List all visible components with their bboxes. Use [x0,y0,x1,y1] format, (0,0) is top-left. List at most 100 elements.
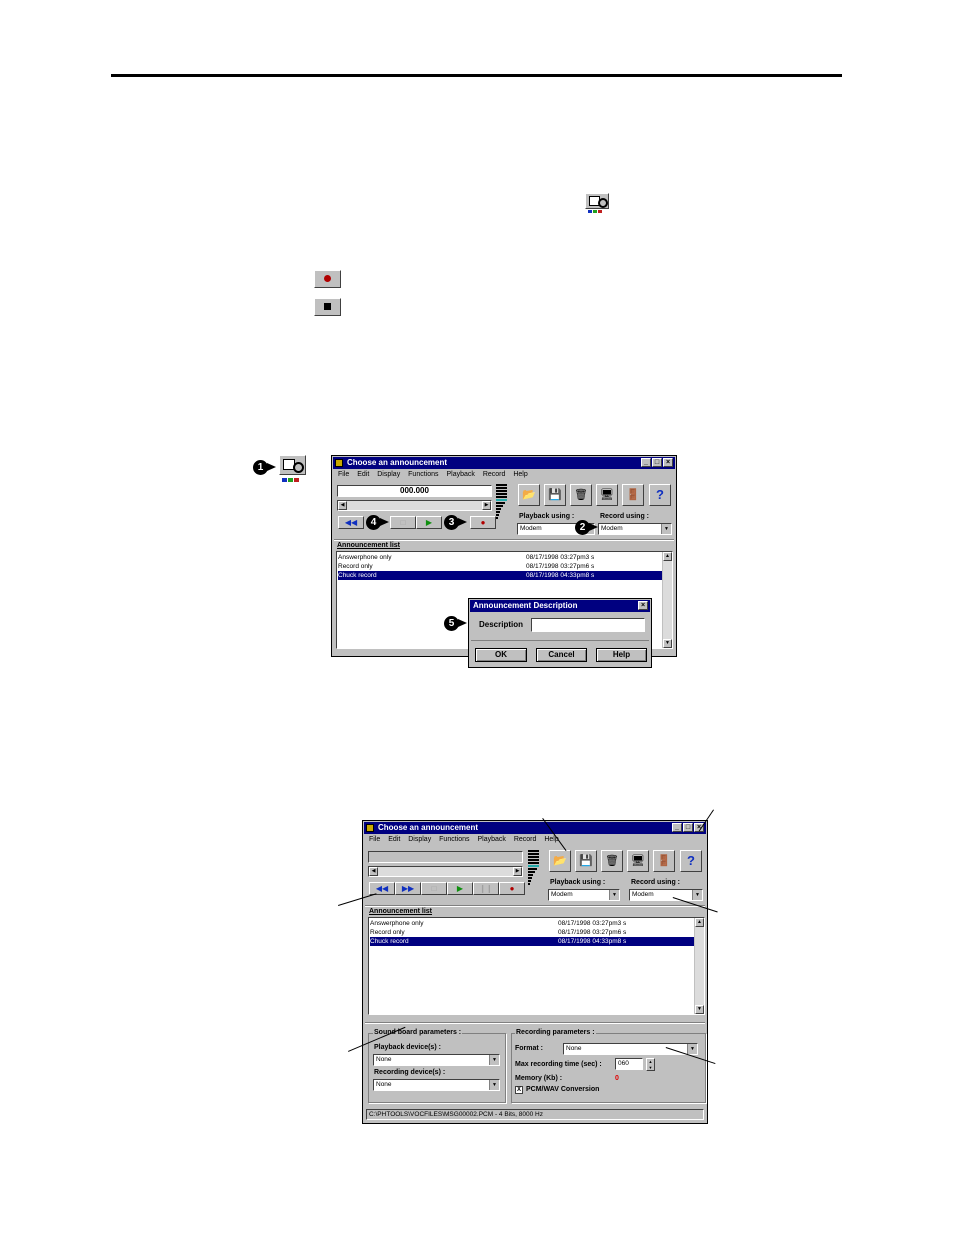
menu-help[interactable]: Help [513,471,527,478]
playback-using-label: Playback using : [550,879,606,886]
slider-left-arrow[interactable]: ◀ [369,867,378,876]
minimize-button[interactable]: _ [672,823,682,832]
scroll-up-icon[interactable]: ▲ [663,552,672,561]
list-scrollbar[interactable]: ▲ ▼ [694,918,704,1014]
menu-playback[interactable]: Playback [446,471,474,478]
pcm-label: PCM/WAV Conversion [526,1086,600,1093]
position-slider[interactable]: ◀ ▶ [337,500,492,511]
record-button[interactable]: ● [499,882,525,895]
window-title: Choose an announcement [378,823,479,832]
menu-display[interactable]: Display [408,836,431,843]
record-using-label: Record using : [600,513,650,520]
recording-devices-select[interactable]: None ▼ [373,1079,500,1091]
playback-devices-select[interactable]: None ▼ [373,1054,500,1066]
save-icon[interactable]: 💾 [575,850,597,872]
menu-edit[interactable]: Edit [388,836,400,843]
badge-2: 2 [575,520,598,535]
header-rule [111,74,842,77]
open-icon[interactable]: 📂 [549,850,571,872]
scroll-down-icon[interactable]: ▼ [663,639,672,648]
help-icon[interactable]: ? [680,850,702,872]
announcement-manager-icon [585,193,611,215]
list-item[interactable]: Record only 08/17/1998 03:27pm6 s [338,562,662,571]
menu-functions[interactable]: Functions [439,836,469,843]
dialog-title-bar: Announcement Description × [470,600,650,612]
list-item[interactable]: Answerphone only 08/17/1998 03:27pm3 s [338,553,662,562]
menu-display[interactable]: Display [377,471,400,478]
properties-icon[interactable]: 🖥 [596,484,618,506]
record-using-select[interactable]: Modem ▼ [629,889,703,901]
max-time-input[interactable]: 060 [615,1058,643,1070]
menu-record[interactable]: Record [483,471,506,478]
app-icon [335,459,343,467]
menu-edit[interactable]: Edit [357,471,369,478]
slider-right-arrow[interactable]: ▶ [482,501,491,510]
list-item[interactable]: Answerphone only 08/17/1998 03:27pm3 s [370,919,694,928]
dialog-divider [471,640,649,641]
announcement-list[interactable]: Answerphone only 08/17/1998 03:27pm3 s Re… [368,917,705,1015]
help-icon[interactable]: ? [649,484,671,506]
scroll-up-icon[interactable]: ▲ [695,918,704,927]
menu-file[interactable]: File [338,471,349,478]
fast-forward-button[interactable]: ▶▶ [395,882,421,895]
stop-button[interactable]: □ [421,882,447,895]
slider-right-arrow[interactable]: ▶ [513,867,522,876]
memory-value: 0 [615,1075,619,1082]
pcm-checkbox[interactable]: X [515,1086,523,1094]
stop-button[interactable]: □ [390,516,416,529]
menu-record[interactable]: Record [514,836,537,843]
play-button[interactable]: ▶ [447,882,473,895]
ok-button[interactable]: OK [475,648,527,662]
record-button[interactable]: ● [470,516,496,529]
announcement-list-label: Announcement list [369,908,433,915]
delete-icon[interactable]: 🗑 [601,850,623,872]
delete-icon[interactable]: 🗑 [570,484,592,506]
counter-display: 000.000 [337,485,492,497]
menu-file[interactable]: File [369,836,380,843]
list-scrollbar[interactable]: ▲ ▼ [662,552,672,648]
dialog-title: Announcement Description [473,601,578,610]
divider [365,905,705,907]
chevron-down-icon: ▼ [687,1044,697,1054]
menu-playback[interactable]: Playback [477,836,505,843]
position-slider[interactable]: ◀ ▶ [368,866,523,877]
exit-icon[interactable]: 🚪 [653,850,675,872]
badge-3: 3 [444,515,467,530]
pause-button[interactable]: ❙❙ [473,882,499,895]
menu-functions[interactable]: Functions [408,471,438,478]
minimize-button[interactable]: _ [641,458,651,467]
title-bar: Choose an announcement _ □ × [333,457,675,469]
max-time-stepper[interactable]: ▲ ▼ [646,1058,655,1071]
save-icon[interactable]: 💾 [544,484,566,506]
open-icon[interactable]: 📂 [518,484,540,506]
second-window: Choose an announcement _ □ × File Edit D… [362,820,708,1124]
close-button[interactable]: × [663,458,673,467]
maximize-button[interactable]: □ [683,823,693,832]
list-item[interactable]: Chuck record 08/17/1998 04:33pm8 s [370,937,694,946]
exit-icon[interactable]: 🚪 [622,484,644,506]
badge-5: 5 [444,616,467,631]
recording-params-label: Recording parameters : [515,1029,596,1036]
playback-devices-label: Playback device(s) : [374,1044,441,1051]
rewind-button[interactable]: ◀◀ [338,516,364,529]
max-time-label: Max recording time (sec) : [515,1061,602,1068]
volume-meter [528,850,539,886]
chevron-down-icon: ▼ [609,890,619,900]
properties-icon[interactable]: 🖥 [627,850,649,872]
cancel-button[interactable]: Cancel [536,648,587,662]
list-item[interactable]: Record only 08/17/1998 03:27pm6 s [370,928,694,937]
chevron-down-icon: ▼ [661,524,671,534]
playback-using-select[interactable]: Modem▼ [548,889,620,901]
slider-left-arrow[interactable]: ◀ [338,501,347,510]
play-button[interactable]: ▶ [416,516,442,529]
badge-1: 1 [253,460,276,475]
help-button[interactable]: Help [596,648,647,662]
format-select[interactable]: None ▼ [563,1043,698,1055]
record-using-select[interactable]: Modem ▼ [598,523,672,535]
description-input[interactable] [531,618,645,632]
maximize-button[interactable]: □ [652,458,662,467]
scroll-down-icon[interactable]: ▼ [695,1005,704,1014]
stop-icon [314,298,341,316]
list-item[interactable]: Chuck record 08/17/1998 04:33pm8 s [338,571,662,580]
dialog-close-button[interactable]: × [638,601,648,610]
